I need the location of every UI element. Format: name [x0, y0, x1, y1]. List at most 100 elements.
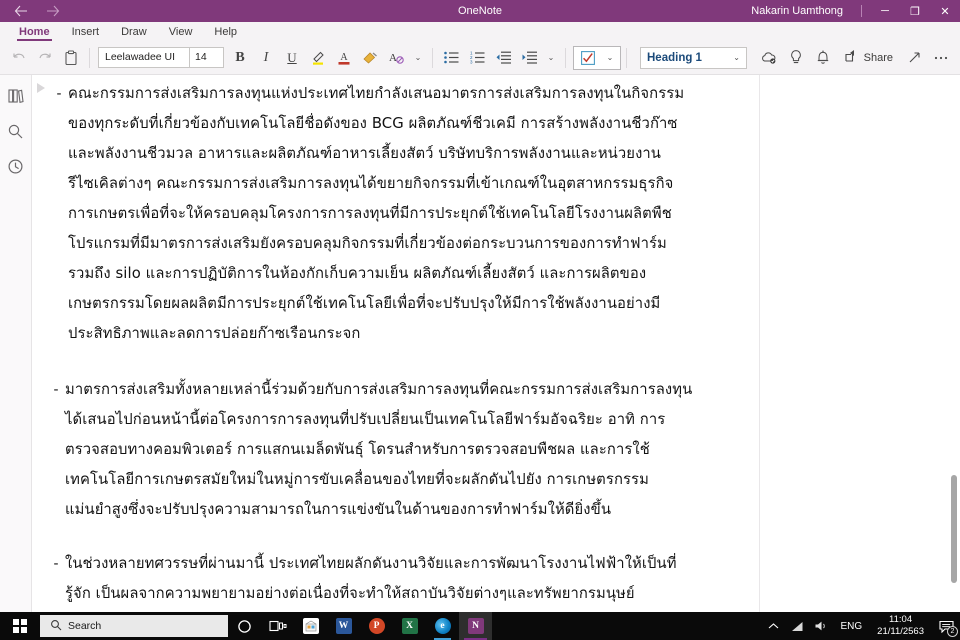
word-icon: W — [335, 618, 352, 634]
style-chevron-down-icon: ⌄ — [733, 53, 740, 62]
task-view-icon[interactable] — [261, 612, 294, 640]
search-icon — [50, 619, 62, 634]
page-right-rule — [759, 75, 760, 620]
clock[interactable]: 11:04 21/11/2563 — [869, 614, 932, 638]
increase-indent-icon[interactable] — [516, 45, 542, 71]
paragraph-more-chevron-down-icon[interactable]: ⌄ — [542, 45, 560, 71]
tab-help[interactable]: Help — [203, 24, 248, 41]
forward-arrow-icon[interactable] — [38, 0, 68, 22]
share-label: Share — [863, 51, 893, 64]
title-bar: OneNote Nakarin Uamthong ─ ❐ ✕ — [0, 0, 960, 22]
paragraph-text-1[interactable]: คณะกรรมการส่งเสริมการลงทุนแห่งประเทศไทยก… — [68, 79, 688, 349]
expand-arrow-icon[interactable] — [901, 45, 927, 71]
svg-text:A: A — [389, 52, 397, 64]
paragraph-text-3[interactable]: ในช่วงหลายทศวรรษที่ผ่านมานี้ ประเทศไทยผล… — [65, 549, 685, 609]
redo-icon[interactable] — [32, 45, 58, 71]
format-painter-icon[interactable] — [357, 45, 383, 71]
taskbar-app-microsoft-store[interactable] — [294, 612, 327, 640]
share-button[interactable]: Share — [837, 45, 900, 71]
excel-icon: X — [401, 618, 418, 634]
taskbar-app-onenote[interactable]: N — [459, 612, 492, 640]
title-bar-divider — [861, 5, 862, 17]
tab-insert[interactable]: Insert — [61, 24, 111, 41]
windows-logo — [13, 619, 27, 633]
paragraph-group: 123 ⌄ — [438, 45, 560, 71]
app-body: - คณะกรรมการส่งเสริมการลงทุนแห่งประเทศไท… — [0, 75, 960, 620]
tab-view[interactable]: View — [158, 24, 204, 41]
checkbox-todo-icon[interactable] — [575, 45, 601, 71]
system-tray: ENG 11:04 21/11/2563 2 — [761, 612, 960, 640]
page-canvas[interactable]: - คณะกรรมการส่งเสริมการลงทุนแห่งประเทศไท… — [32, 75, 960, 620]
edge-icon: e — [434, 618, 451, 634]
windows-start-icon[interactable] — [0, 612, 40, 640]
windows-taskbar: Search W P X e N ENG 11:04 21/11/2563 2 — [0, 612, 960, 640]
bulleted-list-icon[interactable] — [438, 45, 464, 71]
minimize-button[interactable]: ─ — [870, 0, 900, 22]
close-button[interactable]: ✕ — [930, 0, 960, 22]
clock-time: 11:04 — [889, 614, 913, 625]
scrollbar-thumb[interactable] — [951, 475, 957, 583]
page-area[interactable]: - คณะกรรมการส่งเสริมการลงทุนแห่งประเทศไท… — [32, 75, 960, 620]
network-signal-icon[interactable] — [785, 612, 809, 640]
note-paragraph-3[interactable]: - ในช่วงหลายทศวรรษที่ผ่านมานี้ ประเทศไทย… — [32, 549, 732, 609]
font-size-input[interactable]: 14 — [190, 48, 223, 67]
powerpoint-icon: P — [368, 618, 385, 634]
bold-button[interactable]: B — [227, 45, 253, 71]
language-indicator[interactable]: ENG — [833, 621, 869, 632]
notebooks-icon[interactable] — [3, 83, 29, 109]
maximize-button[interactable]: ❐ — [900, 0, 930, 22]
vertical-scrollbar[interactable] — [948, 75, 960, 620]
action-center-icon[interactable]: 2 — [932, 612, 960, 640]
decrease-indent-icon[interactable] — [490, 45, 516, 71]
style-dropdown-label: Heading 1 — [647, 51, 702, 64]
taskbar-app-word[interactable]: W — [327, 612, 360, 640]
account-name[interactable]: Nakarin Uamthong — [741, 5, 853, 17]
taskbar-search-placeholder: Search — [68, 620, 102, 632]
tab-home[interactable]: Home — [8, 24, 61, 41]
clear-formatting-icon[interactable]: A — [383, 45, 409, 71]
collapse-triangle-icon[interactable] — [37, 83, 45, 93]
ellipsis-icon[interactable] — [928, 45, 954, 71]
ribbon-toolbar: Leelawadee UI 14 B I U A A ⌄ 1 2 3 ⌄ ⌄ H… — [0, 41, 960, 75]
title-bar-right: Nakarin Uamthong ─ ❐ ✕ — [741, 0, 960, 22]
navigation-rail — [0, 75, 32, 620]
svg-text:A: A — [340, 52, 348, 63]
bell-icon[interactable] — [810, 45, 836, 71]
chevron-up-icon[interactable] — [761, 612, 785, 640]
note-content[interactable]: - คณะกรรมการส่งเสริมการลงทุนแห่งประเทศไท… — [32, 79, 732, 620]
taskbar-app-powerpoint[interactable]: P — [360, 612, 393, 640]
ribbon-divider-3 — [565, 47, 566, 68]
undo-icon[interactable] — [6, 45, 32, 71]
font-controls: Leelawadee UI 14 — [98, 47, 224, 68]
onenote-icon: N — [467, 618, 484, 634]
taskbar-app-edge[interactable]: e — [426, 612, 459, 640]
ribbon-right-group: Share — [756, 45, 954, 71]
todo-chevron-down-icon[interactable]: ⌄ — [601, 45, 619, 71]
onenote-window: OneNote Nakarin Uamthong ─ ❐ ✕ Home Inse… — [0, 0, 960, 640]
recent-clock-icon[interactable] — [3, 153, 29, 179]
paragraph-text-2[interactable]: มาตรการส่งเสริมทั้งหลายเหล่านี้ร่วมด้วยก… — [65, 375, 695, 525]
search-icon[interactable] — [3, 118, 29, 144]
taskbar-app-excel[interactable]: X — [393, 612, 426, 640]
italic-button[interactable]: I — [253, 45, 279, 71]
numbered-list-icon[interactable]: 123 — [464, 45, 490, 71]
font-color-icon[interactable]: A — [331, 45, 357, 71]
font-more-chevron-down-icon[interactable]: ⌄ — [409, 45, 427, 71]
note-paragraph-2[interactable]: - มาตรการส่งเสริมทั้งหลายเหล่านี้ร่วมด้ว… — [32, 375, 732, 525]
font-name-input[interactable]: Leelawadee UI — [99, 48, 189, 67]
highlighter-icon[interactable] — [305, 45, 331, 71]
undo-group — [6, 45, 84, 71]
paste-icon[interactable] — [58, 45, 84, 71]
note-paragraph-1[interactable]: - คณะกรรมการส่งเสริมการลงทุนแห่งประเทศไท… — [32, 79, 732, 349]
style-dropdown[interactable]: Heading 1 ⌄ — [640, 46, 747, 69]
underline-button[interactable]: U — [279, 45, 305, 71]
text-format-group: B I U A A ⌄ — [227, 45, 427, 71]
cloud-sync-icon[interactable] — [756, 45, 782, 71]
title-bar-nav — [0, 0, 68, 22]
tab-draw[interactable]: Draw — [110, 24, 158, 41]
back-arrow-icon[interactable] — [6, 0, 36, 22]
taskbar-search-input[interactable]: Search — [40, 615, 228, 637]
cortana-icon[interactable] — [228, 612, 261, 640]
volume-icon[interactable] — [809, 612, 833, 640]
lightbulb-icon[interactable] — [783, 45, 809, 71]
